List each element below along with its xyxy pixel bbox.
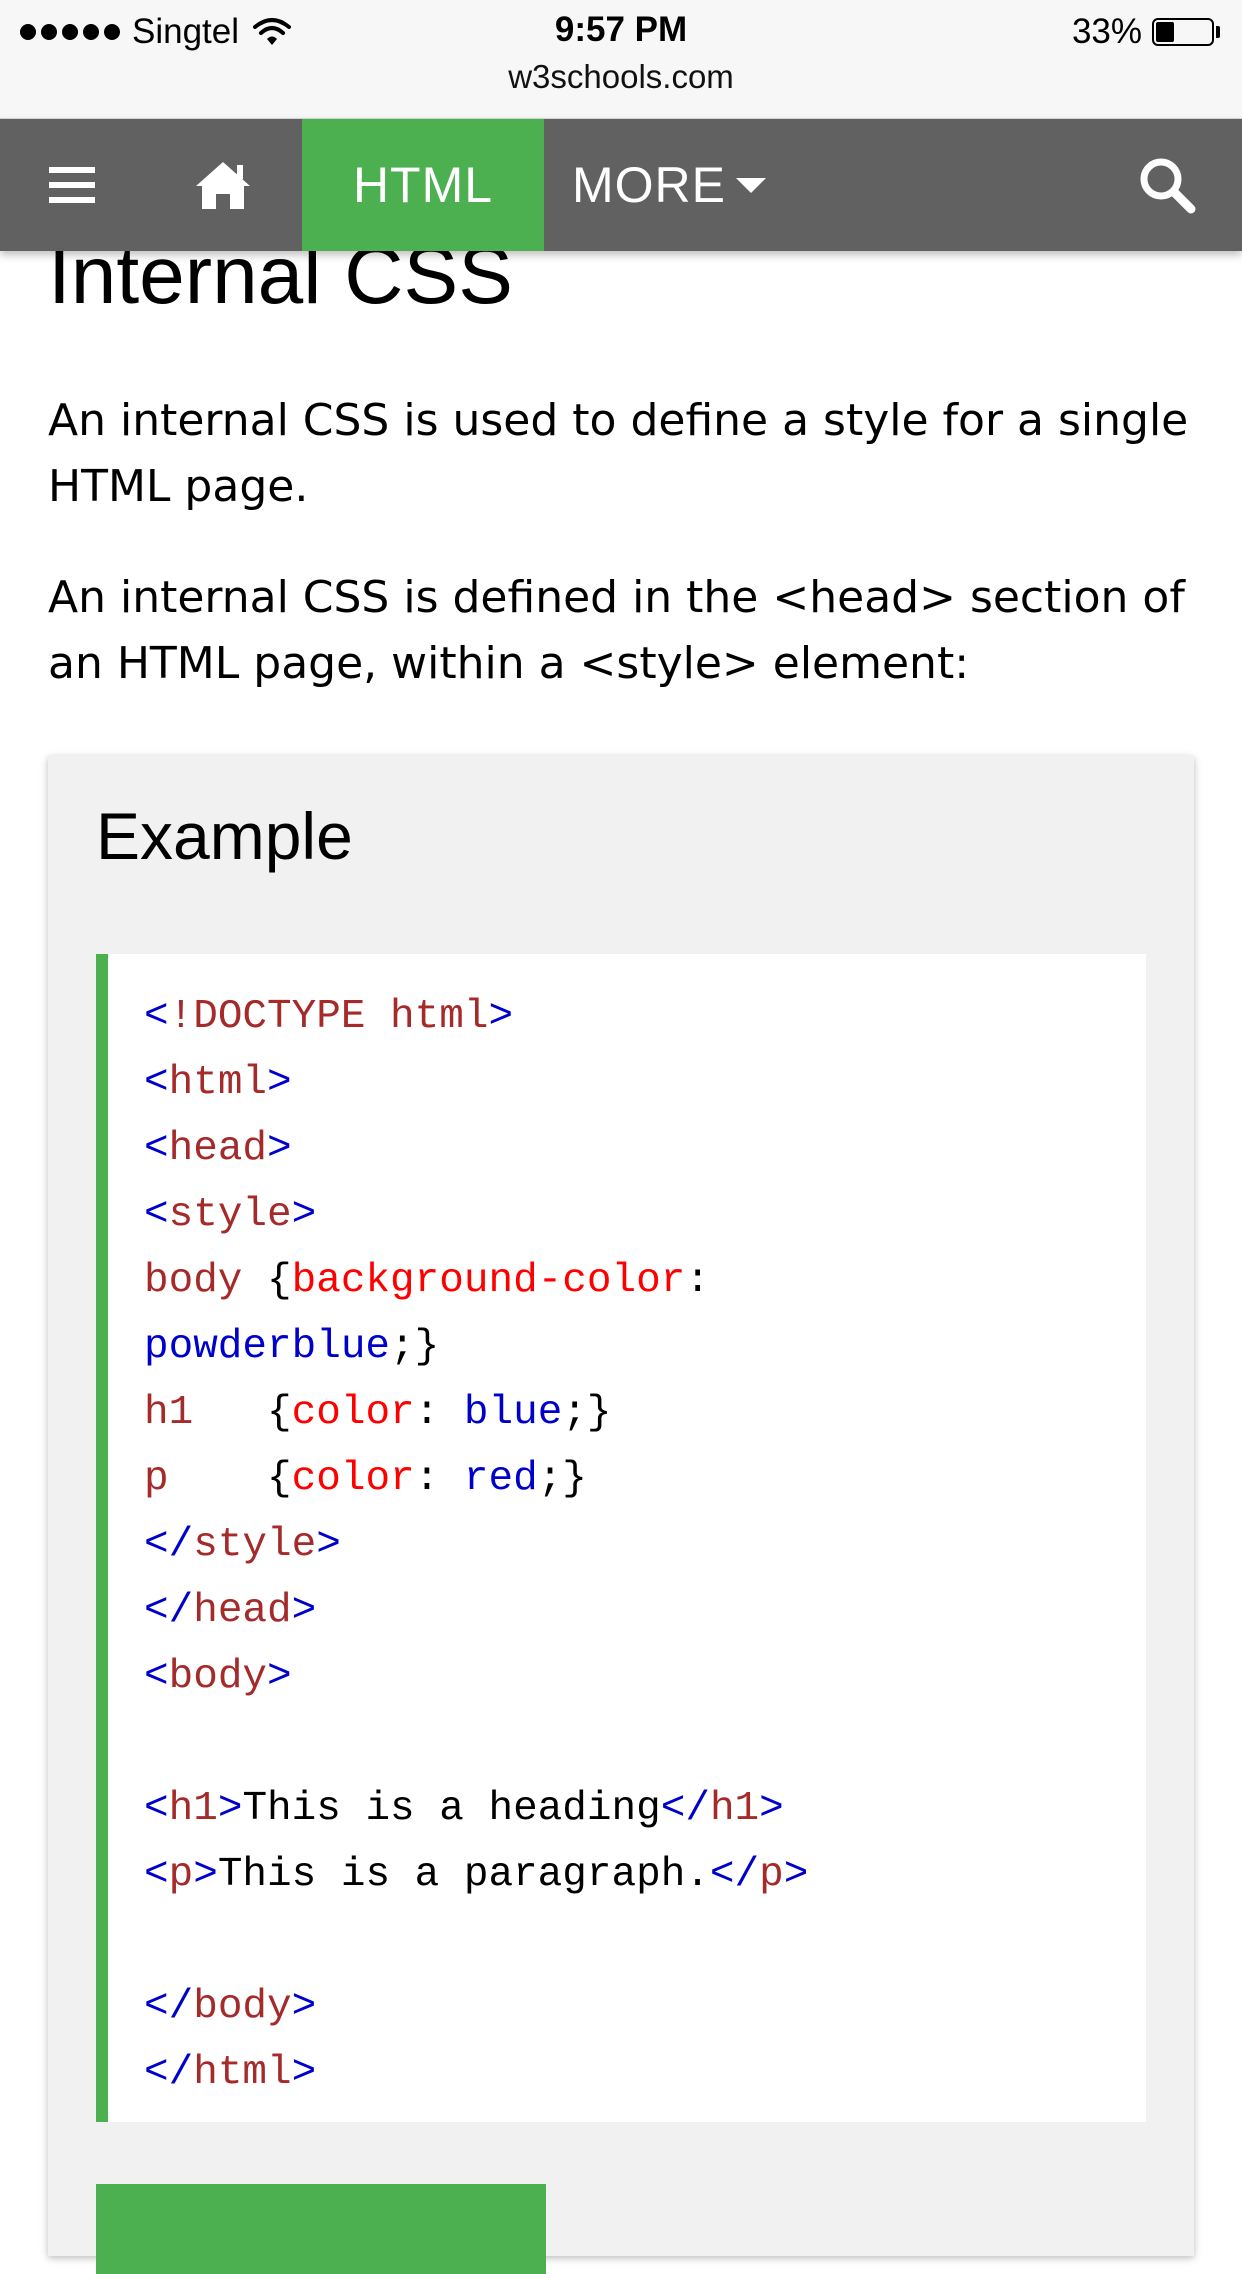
status-bar: Singtel 9:57 PM w3schools.com 33% <box>0 0 1242 119</box>
home-icon <box>196 162 250 209</box>
home-button[interactable] <box>144 119 302 251</box>
top-navbar: HTML MORE <box>0 119 1242 251</box>
battery-fill <box>1156 22 1174 42</box>
intro-paragraph: An internal CSS is used to define a styl… <box>48 395 1189 512</box>
menu-icon <box>49 167 95 203</box>
battery-percent: 33% <box>1071 12 1142 51</box>
example-panel: Example <!DOCTYPE html> <html> <head> <s… <box>48 756 1194 2274</box>
tab-html[interactable]: HTML <box>302 119 544 251</box>
search-button[interactable] <box>1092 119 1242 251</box>
battery-status: 33% <box>1072 10 1220 54</box>
battery-tip <box>1216 26 1220 38</box>
battery-icon <box>1152 18 1214 46</box>
code-block: <!DOCTYPE html> <html> <head> <style> bo… <box>96 954 1146 2122</box>
menu-button[interactable] <box>0 119 144 251</box>
clock: 9:57 PM <box>554 10 688 49</box>
code-text: <!DOCTYPE html> <html> <head> <style> bo… <box>144 994 809 2096</box>
more-menu-button[interactable]: MORE <box>544 119 794 251</box>
definition-paragraph: An internal CSS is defined in the <head>… <box>48 572 1185 689</box>
caret-down-icon <box>736 178 766 193</box>
try-it-yourself-button[interactable] <box>96 2184 546 2274</box>
more-label: MORE <box>572 157 726 213</box>
search-icon <box>1140 158 1196 214</box>
example-title: Example <box>96 799 353 873</box>
url-display[interactable]: w3schools.com <box>0 58 1242 96</box>
